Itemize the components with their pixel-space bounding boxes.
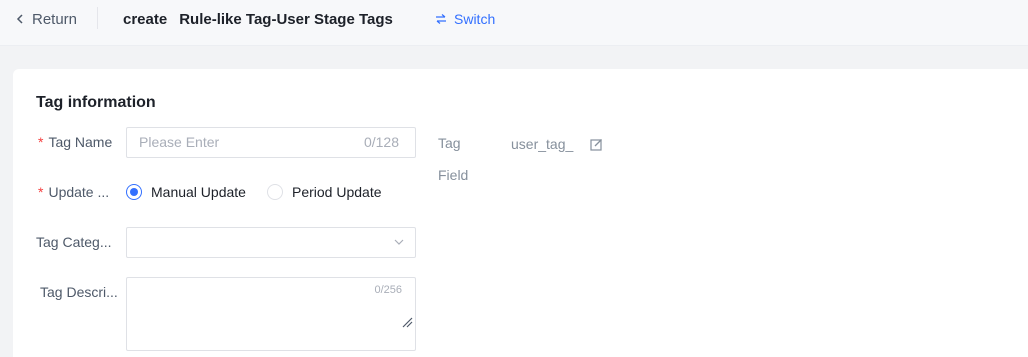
required-mark: * bbox=[38, 134, 44, 150]
category-select[interactable] bbox=[126, 227, 416, 258]
description-label: Tag Descri... bbox=[40, 284, 118, 300]
radio-checked-icon bbox=[126, 184, 142, 200]
update-label: * Update ... bbox=[38, 184, 110, 200]
header-divider bbox=[97, 7, 98, 29]
switch-icon bbox=[436, 14, 446, 24]
switch-button[interactable]: Switch bbox=[435, 9, 495, 29]
radio-label: Period Update bbox=[292, 184, 382, 200]
page-title: create Rule-like Tag-User Stage Tags bbox=[123, 8, 393, 30]
tag-name-input[interactable]: Please Enter 0/128 bbox=[126, 127, 416, 158]
tag-field-label: Tag bbox=[438, 135, 461, 151]
chevron-left-icon bbox=[16, 14, 23, 24]
tag-name-counter: 0/128 bbox=[363, 134, 399, 150]
return-button[interactable]: Return bbox=[14, 8, 77, 30]
page-header: Return create Rule-like Tag-User Stage T… bbox=[0, 0, 1028, 46]
title-action: create bbox=[123, 10, 168, 28]
title-name: Rule-like Tag-User Stage Tags bbox=[179, 10, 393, 28]
radio-label: Manual Update bbox=[151, 184, 246, 200]
description-textarea[interactable]: 0/256 bbox=[126, 277, 416, 351]
tag-field-value: user_tag_ bbox=[511, 136, 574, 152]
description-counter: 0/256 bbox=[374, 284, 402, 296]
tag-field-label-line2: Field bbox=[438, 167, 469, 183]
section-title: Tag information bbox=[36, 94, 156, 111]
tag-name-label: * Tag Name bbox=[38, 134, 113, 150]
radio-unchecked-icon bbox=[267, 184, 283, 200]
chevron-down-icon bbox=[394, 239, 404, 245]
resize-grip-icon[interactable] bbox=[402, 317, 413, 328]
tag-name-placeholder: Please Enter bbox=[139, 134, 220, 150]
radio-period-update[interactable]: Period Update bbox=[267, 184, 382, 200]
switch-label: Switch bbox=[454, 11, 496, 27]
required-mark: * bbox=[38, 184, 44, 200]
category-label: Tag Categ... bbox=[36, 234, 112, 250]
edit-icon[interactable] bbox=[590, 138, 603, 151]
return-label: Return bbox=[32, 10, 78, 28]
radio-manual-update[interactable]: Manual Update bbox=[126, 184, 246, 200]
